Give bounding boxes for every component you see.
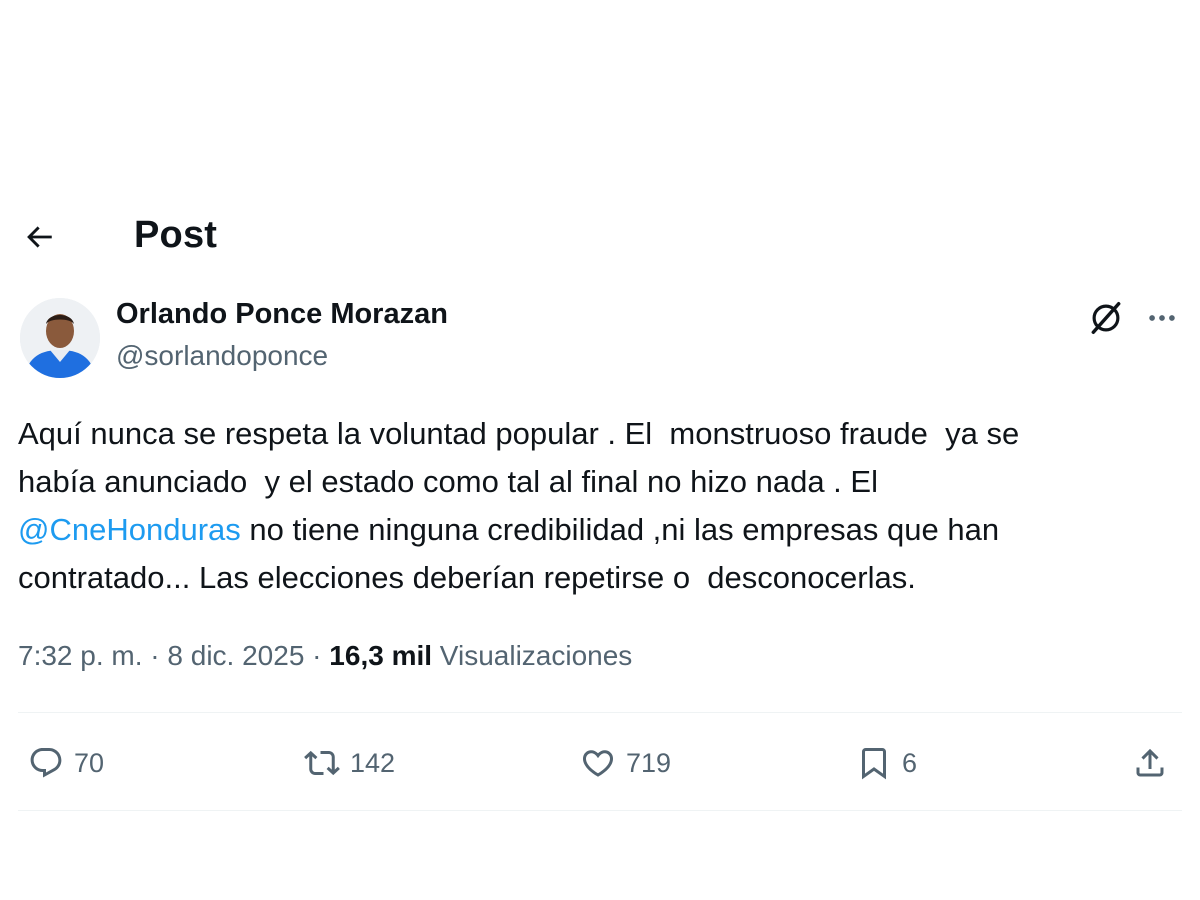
share-icon [1136, 748, 1164, 777]
divider [18, 810, 1182, 811]
like-count: 719 [626, 747, 672, 778]
tweet-line: @CneHonduras no tiene ninguna credibilid… [18, 506, 1183, 554]
meta-separator: · [304, 640, 330, 671]
timestamp-time[interactable]: 7:32 p. m. [18, 640, 143, 671]
views-label: Visualizaciones [432, 640, 633, 671]
back-arrow-icon [27, 226, 52, 248]
grok-button[interactable] [1086, 298, 1126, 338]
timestamp-date[interactable]: 8 dic. 2025 [167, 640, 304, 671]
page-title: Post [134, 214, 218, 256]
divider [18, 712, 1182, 713]
author-display-name[interactable]: Orlando Ponce Morazan [116, 298, 448, 331]
mention-link[interactable]: @CneHonduras [18, 512, 241, 547]
back-button[interactable] [18, 216, 60, 258]
action-bar: 70 142 719 6 [18, 735, 1182, 791]
views-count: 16,3 mil [329, 640, 433, 671]
tweet-author: Orlando Ponce Morazan @sorlandoponce [20, 298, 1190, 382]
tweet-line: contratado... Las elecciones deberían re… [18, 560, 916, 595]
like-button[interactable]: 719 [576, 735, 671, 791]
bookmark-button[interactable]: 6 [852, 735, 917, 791]
retweet-icon [304, 750, 340, 776]
bookmark-icon [862, 748, 886, 780]
tweet-line-text: no tiene ninguna credibilidad ,ni las em… [240, 512, 1000, 547]
more-button[interactable] [1140, 298, 1184, 338]
bookmark-count: 6 [902, 747, 918, 778]
tweet-text: Aquí nunca se respeta la voluntad popula… [18, 410, 1183, 602]
reply-icon [30, 748, 62, 778]
reply-count: 70 [74, 747, 105, 778]
grok-icon [1091, 302, 1121, 334]
tweet-meta: 7:32 p. m. · 8 dic. 2025 · 16,3 mil Visu… [18, 640, 632, 672]
more-icon [1149, 315, 1175, 321]
like-icon [582, 750, 614, 777]
retweet-count: 142 [350, 747, 396, 778]
tweet-line: Aquí nunca se respeta la voluntad popula… [18, 416, 1020, 451]
author-handle[interactable]: @sorlandoponce [116, 340, 328, 372]
post-header: Post [0, 200, 1200, 272]
retweet-button[interactable]: 142 [300, 735, 395, 791]
avatar[interactable] [20, 298, 100, 378]
tweet-line: había anunciado y el estado como tal al … [18, 464, 878, 499]
share-button[interactable] [1128, 735, 1172, 791]
reply-button[interactable]: 70 [24, 735, 104, 791]
meta-separator: · [142, 640, 168, 671]
